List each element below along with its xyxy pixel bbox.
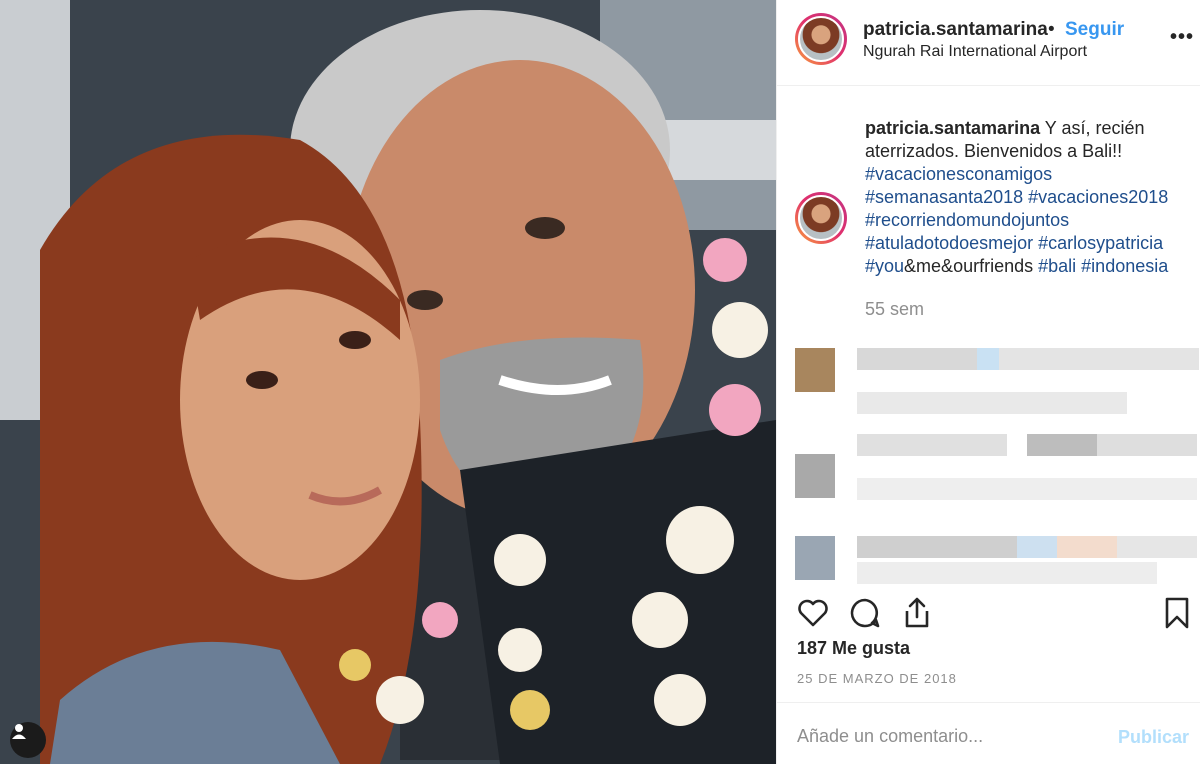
comment-icon[interactable] [847,595,883,631]
hashtag[interactable]: #indonesia [1081,256,1168,276]
tag-people-button[interactable] [10,722,46,758]
user-icon [12,724,26,739]
post-header: patricia.santamarina • Seguir Ngurah Rai… [777,0,1200,86]
post-actions [777,588,1200,636]
hashtag[interactable]: #vacacionesconamigos [865,164,1052,184]
hashtag[interactable]: #bali [1038,256,1076,276]
heart-icon[interactable] [795,595,831,631]
more-options-icon[interactable]: ••• [1170,26,1194,49]
post-caption: patricia.santamarina Y así, recién aterr… [865,117,1195,278]
caption-section: patricia.santamarina Y así, recién aterr… [777,86,1200,322]
publish-button[interactable]: Publicar [1118,727,1189,748]
comment-input[interactable] [797,723,1097,749]
post-location[interactable]: Ngurah Rai International Airport [863,43,1087,61]
hashtag[interactable]: #vacaciones2018 [1028,187,1168,207]
likes-count[interactable]: 187 Me gusta [797,638,910,659]
share-icon[interactable] [899,595,935,631]
post-username[interactable]: patricia.santamarina [863,19,1048,41]
hashtag[interactable]: #semanasanta2018 [865,187,1023,207]
follow-button[interactable]: Seguir [1065,19,1124,41]
avatar[interactable] [795,13,847,65]
comment-box: Publicar [777,702,1200,764]
post-photo[interactable] [0,0,776,764]
caption-avatar[interactable] [795,192,847,244]
post-side-panel: patricia.santamarina • Seguir Ngurah Rai… [776,0,1200,764]
selfie-illustration [0,0,776,764]
separator-dot: • [1048,19,1055,40]
post-age[interactable]: 55 sem [865,299,924,320]
blurred-comments [791,326,1200,588]
post-date[interactable]: 25 DE MARZO DE 2018 [797,671,957,686]
caption-username[interactable]: patricia.santamarina [865,118,1040,138]
caption-text-fragment: &me&ourfriends [904,256,1034,276]
hashtag[interactable]: #atuladotodoesmejor [865,233,1033,253]
hashtag[interactable]: #you [865,256,904,276]
hashtag[interactable]: #recorriendomundojuntos [865,210,1069,230]
bookmark-icon[interactable] [1159,595,1195,631]
hashtag[interactable]: #carlosypatricia [1038,233,1163,253]
